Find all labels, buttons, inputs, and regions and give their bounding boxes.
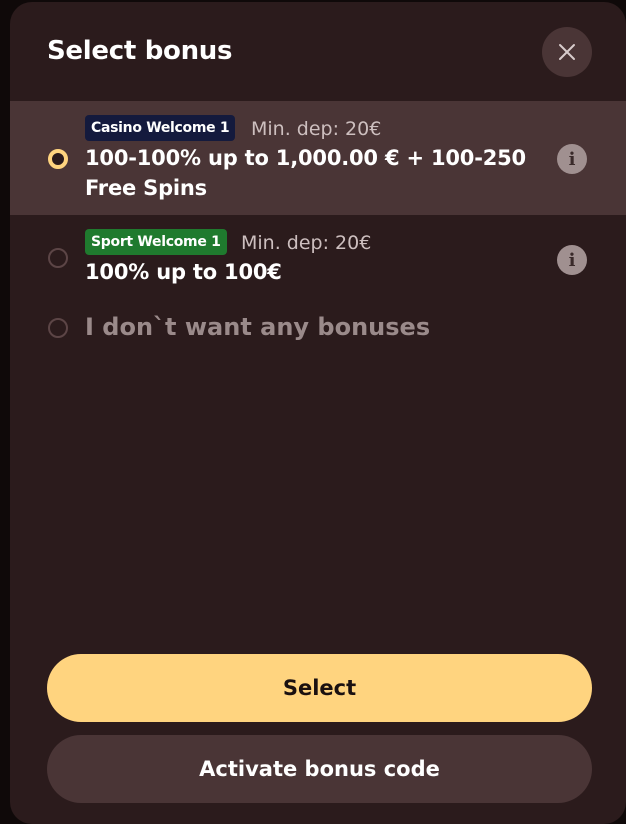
activate-bonus-code-button[interactable]: Activate bonus code: [47, 735, 592, 803]
min-deposit-label: Min. dep: 20€: [251, 118, 382, 140]
bonus-description: 100% up to 100€: [85, 257, 282, 287]
close-icon: [559, 44, 575, 60]
bonus-description-line1: 100% up to 100€: [85, 260, 282, 284]
modal-title: Select bonus: [47, 36, 233, 66]
min-deposit-label: Min. dep: 20€: [241, 232, 372, 254]
info-icon[interactable]: i: [557, 245, 587, 275]
select-button[interactable]: Select: [47, 654, 592, 722]
bonus-description-line2: Free Spins: [85, 176, 207, 200]
info-icon[interactable]: i: [557, 144, 587, 174]
radio-button-selected[interactable]: [48, 149, 68, 169]
select-bonus-modal: Select bonus Casino Welcome 1 Min. dep: …: [10, 2, 626, 824]
bonus-description: 100-100% up to 1,000.00 € + 100-250 Free…: [85, 143, 526, 203]
bonus-tag-sport: Sport Welcome 1: [85, 229, 227, 255]
bonus-tag-casino: Casino Welcome 1: [85, 115, 236, 141]
radio-button-no-bonus[interactable]: [48, 318, 68, 338]
bonus-option-casino[interactable]: Casino Welcome 1 Min. dep: 20€ 100-100% …: [10, 101, 626, 215]
bonus-description-line1: 100-100% up to 1,000.00 € + 100-250: [85, 146, 526, 170]
no-bonus-label[interactable]: I don`t want any bonuses: [85, 313, 430, 341]
bonus-option-sport[interactable]: Sport Welcome 1 Min. dep: 20€ 100% up to…: [10, 215, 626, 300]
close-button[interactable]: [542, 27, 592, 77]
radio-button[interactable]: [48, 248, 68, 268]
